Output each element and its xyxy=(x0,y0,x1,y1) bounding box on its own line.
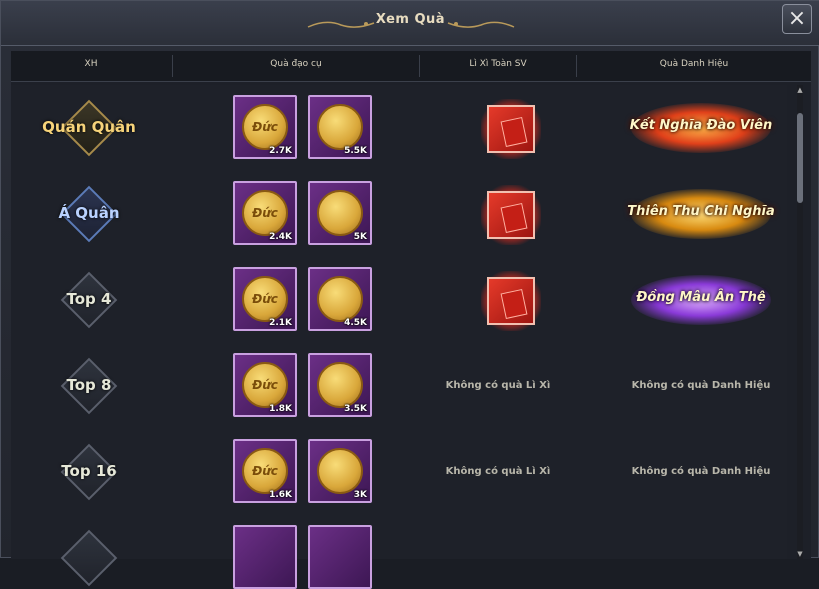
rank-badge: Quán Quân xyxy=(42,98,136,158)
gold-coin-icon xyxy=(317,190,363,236)
item-quantity: 2.4K xyxy=(269,232,292,242)
table-row: Á Quân Đức 2.4K 5K Thiên Thu Chi Nghĩa xyxy=(11,171,787,258)
item-quantity: 2.7K xyxy=(269,146,292,156)
lixi-reward[interactable] xyxy=(481,271,541,331)
no-lixi-text: Không có quà Lì Xì xyxy=(445,466,551,477)
scroll-up-icon[interactable]: ▲ xyxy=(797,87,803,94)
duc-coin-icon: Đức xyxy=(242,276,288,322)
rank-label: Top 8 xyxy=(66,376,112,394)
table-row: Top 8 Đức 1.8K 3.5K Không có quà Lì Xì K… xyxy=(11,343,787,430)
title-reward[interactable]: Kết Nghĩa Đào Viên xyxy=(611,99,791,157)
rank-label: Quán Quân xyxy=(42,118,136,136)
item-quantity: 5.5K xyxy=(344,146,367,156)
item-gold-coin[interactable] xyxy=(308,525,372,589)
rank-badge: Á Quân xyxy=(58,184,120,244)
scroll-thumb[interactable] xyxy=(797,113,803,203)
red-envelope-icon xyxy=(500,202,528,234)
header-rank: XH xyxy=(84,59,98,69)
item-duc-coin[interactable]: Đức 2.7K xyxy=(233,95,297,159)
duc-coin-icon: Đức xyxy=(242,448,288,494)
item-duc-coin[interactable] xyxy=(233,525,297,589)
scrollbar[interactable]: ▲ ▼ xyxy=(797,85,803,559)
rank-label: Á Quân xyxy=(58,204,120,222)
item-duc-coin[interactable]: Đức 1.8K xyxy=(233,353,297,417)
item-quantity: 1.8K xyxy=(269,404,292,414)
header-items: Quà đạo cụ xyxy=(270,59,322,69)
gold-coin-icon xyxy=(317,276,363,322)
title-bar: Xem Quà × xyxy=(1,1,819,46)
item-duc-coin[interactable]: Đức 2.4K xyxy=(233,181,297,245)
table-row xyxy=(11,515,787,589)
item-duc-coin[interactable]: Đức 2.1K xyxy=(233,267,297,331)
item-quantity: 2.1K xyxy=(269,318,292,328)
item-quantity: 3K xyxy=(353,490,367,500)
table-header: XH Quà đạo cụ Lì Xì Toàn SV Quà Danh Hiệ… xyxy=(11,51,811,82)
table-row: Top 16 Đức 1.6K 3K Không có quà Lì Xì Kh… xyxy=(11,429,787,516)
title-name: Thiên Thu Chi Nghĩa xyxy=(627,204,775,219)
item-quantity: 5K xyxy=(353,232,367,242)
item-gold-coin[interactable]: 3K xyxy=(308,439,372,503)
title-name: Đồng Mâu Ân Thệ xyxy=(636,290,766,305)
close-button[interactable]: × xyxy=(782,4,812,34)
item-duc-coin[interactable]: Đức 1.6K xyxy=(233,439,297,503)
rank-label: Top 16 xyxy=(61,462,117,480)
rank-badge xyxy=(59,528,119,588)
gold-coin-icon xyxy=(317,448,363,494)
rank-label: Top 4 xyxy=(66,290,112,308)
item-quantity: 1.6K xyxy=(269,490,292,500)
lixi-reward[interactable] xyxy=(481,99,541,159)
lixi-reward[interactable] xyxy=(481,185,541,245)
title-reward[interactable]: Thiên Thu Chi Nghĩa xyxy=(611,185,791,243)
rank-badge: Top 16 xyxy=(59,442,119,502)
table-row: Quán Quân Đức 2.7K 5.5K Kết Nghĩa Đào Vi… xyxy=(11,85,787,172)
scroll-down-icon[interactable]: ▼ xyxy=(797,551,803,558)
title-name: Kết Nghĩa Đào Viên xyxy=(629,118,773,133)
no-title-text: Không có quà Danh Hiệu xyxy=(631,380,771,391)
no-lixi-text: Không có quà Lì Xì xyxy=(445,380,551,391)
duc-coin-icon: Đức xyxy=(242,362,288,408)
header-lixi: Lì Xì Toàn SV xyxy=(469,59,527,69)
no-title-text: Không có quà Danh Hiệu xyxy=(631,466,771,477)
item-gold-coin[interactable]: 4.5K xyxy=(308,267,372,331)
red-envelope-icon xyxy=(500,116,528,148)
title-reward[interactable]: Đồng Mâu Ân Thệ xyxy=(611,271,791,329)
item-quantity: 4.5K xyxy=(344,318,367,328)
item-gold-coin[interactable]: 5.5K xyxy=(308,95,372,159)
item-gold-coin[interactable]: 5K xyxy=(308,181,372,245)
gift-view-panel: Xem Quà × XH Quà đạo cụ Lì Xì Toàn SV Qu… xyxy=(0,0,819,589)
table-row: Top 4 Đức 2.1K 4.5K Đồng Mâu Ân Thệ xyxy=(11,257,787,344)
right-ornament-icon xyxy=(447,21,515,28)
rewards-table: XH Quà đạo cụ Lì Xì Toàn SV Quà Danh Hiệ… xyxy=(11,51,811,589)
red-envelope-icon xyxy=(500,288,528,320)
header-title-gift: Quà Danh Hiệu xyxy=(659,59,729,69)
gold-coin-icon xyxy=(317,362,363,408)
duc-coin-icon: Đức xyxy=(242,190,288,236)
window-title: Xem Quà xyxy=(375,12,446,27)
close-icon: × xyxy=(787,6,807,31)
duc-coin-icon: Đức xyxy=(242,104,288,150)
rank-badge: Top 4 xyxy=(59,270,119,330)
item-gold-coin[interactable]: 3.5K xyxy=(308,353,372,417)
gold-coin-icon xyxy=(317,104,363,150)
item-quantity: 3.5K xyxy=(344,404,367,414)
rank-badge: Top 8 xyxy=(59,356,119,416)
